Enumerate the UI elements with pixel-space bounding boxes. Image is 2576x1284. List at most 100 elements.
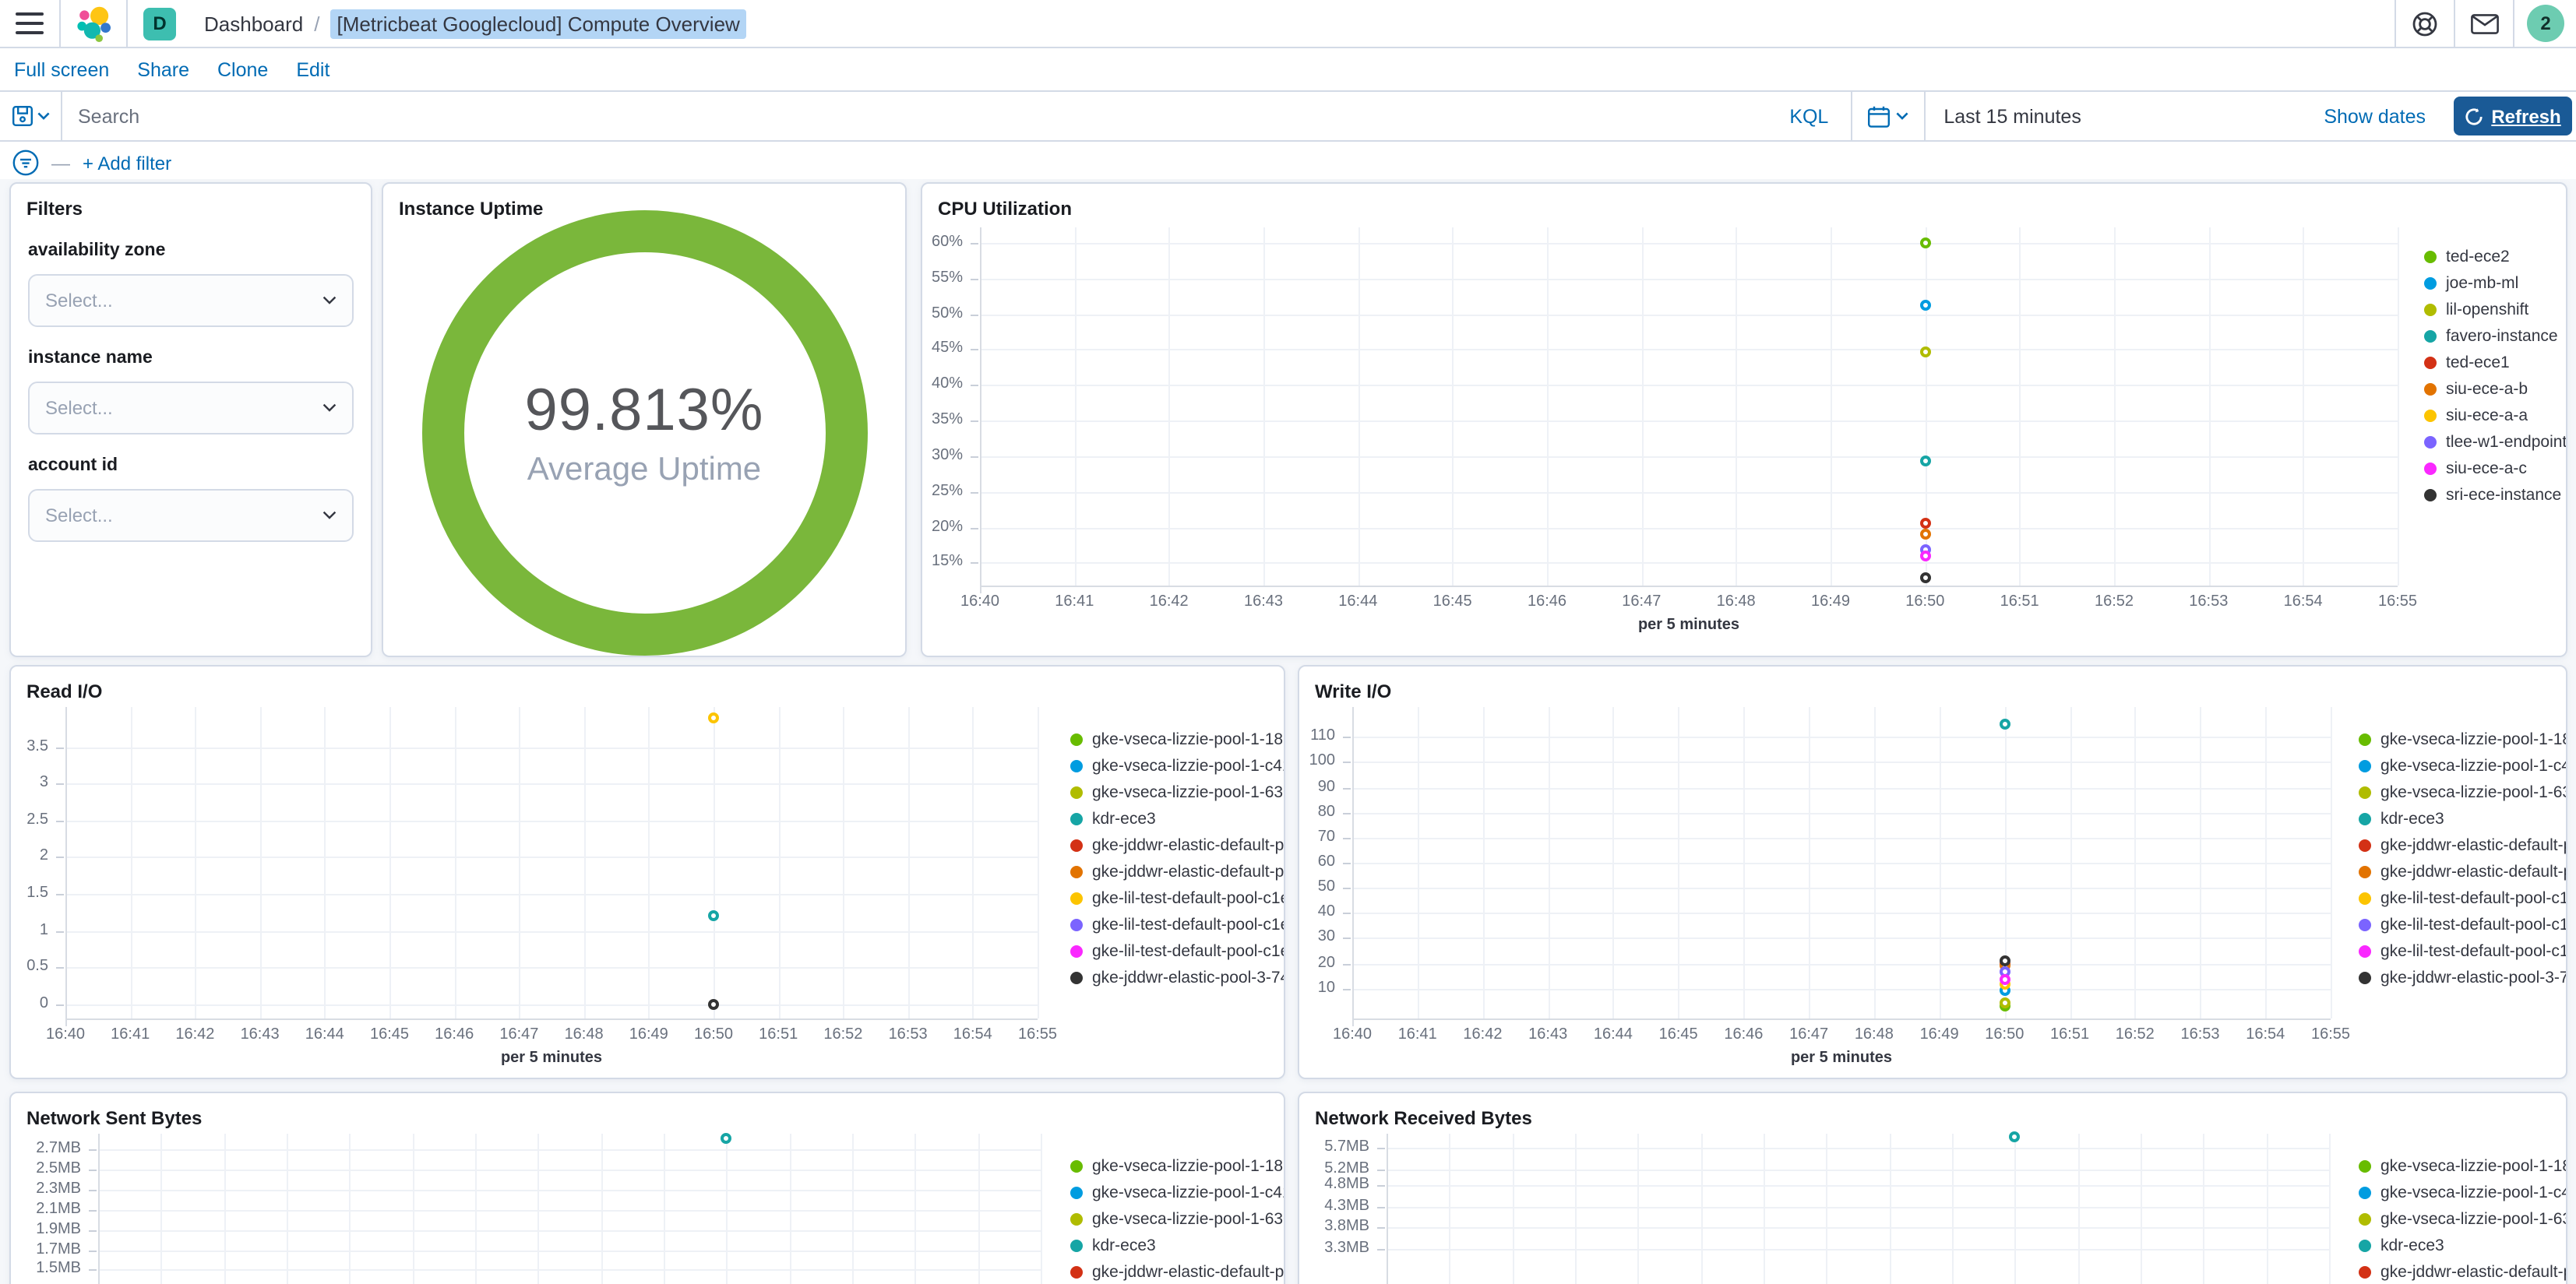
legend-item[interactable]: gke-lil-test-default-pool-c1e... <box>1070 916 1284 934</box>
legend-item[interactable]: gke-jddwr-elastic-pool-3-74... <box>1070 969 1284 987</box>
legend-item[interactable]: gke-vseca-lizzie-pool-1-c417... <box>1070 757 1284 776</box>
legend-item[interactable]: gke-vseca-lizzie-pool-1-630... <box>1070 783 1284 802</box>
clone-link[interactable]: Clone <box>217 58 268 80</box>
user-avatar[interactable]: 2 <box>2527 5 2564 42</box>
edit-link[interactable]: Edit <box>296 58 329 80</box>
network-sent-chart: 2.7MB2.5MB2.3MB2.1MB1.9MB1.7MB1.5MB16:40… <box>11 1093 1284 1284</box>
legend-item[interactable]: lil-openshift <box>2424 301 2528 319</box>
legend-item[interactable]: gke-jddwr-elastic-default-po... <box>2359 1263 2566 1282</box>
legend-dot <box>2359 1213 2371 1226</box>
elastic-logo[interactable] <box>61 4 126 43</box>
legend-item[interactable]: kdr-ece3 <box>1070 1237 1156 1255</box>
legend-item[interactable]: gke-vseca-lizzie-pool-1-1877... <box>2359 1157 2566 1176</box>
show-dates-button[interactable]: Show dates <box>2305 105 2444 127</box>
legend-item[interactable]: gke-vseca-lizzie-pool-1-630... <box>2359 1210 2566 1229</box>
mail-icon[interactable] <box>2455 13 2513 33</box>
legend-item[interactable]: gke-vseca-lizzie-pool-1-1877... <box>2359 730 2566 749</box>
legend-item[interactable]: gke-jddwr-elastic-pool-3-74... <box>2359 969 2566 987</box>
write-io-chart: 110 100 90 80 70 60 50 40 30 20 10 16:40 16:41 16:42 1… <box>1299 667 2566 1078</box>
legend-item[interactable]: gke-vseca-lizzie-pool-1-c417... <box>2359 757 2566 776</box>
time-range-value[interactable]: Last 15 minutes <box>1925 105 2305 127</box>
x-tick-label: 16:42 <box>1463 1026 1503 1043</box>
top-header: D Dashboard / [Metricbeat Googlecloud] C… <box>0 0 2576 48</box>
kql-button[interactable]: KQL <box>1767 105 1850 127</box>
x-tick-label: 16:52 <box>2094 593 2134 610</box>
legend-label: gke-lil-test-default-pool-c1e... <box>1092 942 1285 961</box>
legend-item[interactable]: tlee-w1-endpoint <box>2424 433 2566 452</box>
space-badge[interactable]: D <box>143 7 176 40</box>
save-query-button[interactable] <box>0 92 62 140</box>
legend-item[interactable]: kdr-ece3 <box>2359 1237 2444 1255</box>
gridline <box>349 1134 351 1284</box>
help-icon[interactable] <box>2396 10 2454 37</box>
legend-item[interactable]: gke-jddwr-elastic-default-po... <box>2359 863 2566 881</box>
y-tick-label: 50% <box>931 304 963 322</box>
legend-item[interactable]: siu-ece-a-c <box>2424 459 2527 478</box>
app-window: D Dashboard / [Metricbeat Googlecloud] C… <box>0 0 2576 1284</box>
gridline <box>1764 1134 1765 1284</box>
legend-item[interactable]: siu-ece-a-a <box>2424 406 2528 425</box>
legend-item[interactable]: joe-mb-ml <box>2424 274 2518 293</box>
legend-item[interactable]: gke-vseca-lizzie-pool-1-630... <box>2359 783 2566 802</box>
gridline <box>2200 707 2202 1018</box>
refresh-button[interactable]: Refresh <box>2454 97 2572 135</box>
y-tick-mark <box>1343 787 1351 790</box>
legend-item[interactable]: gke-lil-test-default-pool-c1e... <box>2359 889 2566 908</box>
legend-item[interactable]: gke-jddwr-elastic-default-po... <box>1070 863 1284 881</box>
legend-item[interactable]: siu-ece-a-b <box>2424 380 2528 399</box>
instance-name-select[interactable]: Select... <box>28 382 354 434</box>
gridline <box>1512 1134 1514 1284</box>
uptime-caption: Average Uptime <box>527 451 762 487</box>
gridline <box>1417 707 1419 1018</box>
legend-item[interactable]: kdr-ece3 <box>2359 810 2444 828</box>
legend-item[interactable]: gke-lil-test-default-pool-c1e... <box>1070 889 1285 908</box>
gridline <box>980 491 2398 494</box>
calendar-button[interactable] <box>1852 92 1926 140</box>
legend-item[interactable]: gke-vseca-lizzie-pool-1-c417... <box>2359 1184 2566 1202</box>
legend-item[interactable]: gke-vseca-lizzie-pool-1-1877... <box>1070 730 1284 749</box>
share-link[interactable]: Share <box>137 58 189 80</box>
legend-item[interactable]: gke-vseca-lizzie-pool-1-630... <box>1070 1210 1284 1229</box>
filter-icon[interactable] <box>12 150 39 176</box>
menu-icon[interactable] <box>0 12 59 34</box>
page-title[interactable]: [Metricbeat Googlecloud] Compute Overvie… <box>330 9 746 38</box>
y-tick-mark <box>971 314 978 316</box>
legend-dot <box>1070 839 1083 852</box>
availability-zone-select[interactable]: Select... <box>28 274 354 327</box>
legend-item[interactable]: favero-instance <box>2424 327 2558 346</box>
legend-label: gke-vseca-lizzie-pool-1-630... <box>2380 783 2566 802</box>
legend-label: gke-lil-test-default-pool-c1e... <box>1092 889 1285 908</box>
account-id-select[interactable]: Select... <box>28 489 354 542</box>
legend-item[interactable]: gke-vseca-lizzie-pool-1-c417... <box>1070 1184 1284 1202</box>
y-axis-line <box>980 227 981 593</box>
gridline <box>2077 1134 2080 1284</box>
gridline <box>2331 707 2332 1018</box>
search-input[interactable] <box>62 105 1768 127</box>
legend-dot <box>2424 304 2437 316</box>
gridline <box>2266 1134 2268 1284</box>
x-tick-label: 16:52 <box>2115 1026 2155 1043</box>
legend-item[interactable]: kdr-ece3 <box>1070 810 1156 828</box>
legend-item[interactable]: gke-lil-test-default-pool-c1e... <box>2359 942 2566 961</box>
legend-dot <box>2359 945 2371 958</box>
gridline <box>2134 707 2137 1018</box>
legend-item[interactable]: gke-vseca-lizzie-pool-1-1877... <box>1070 1157 1284 1176</box>
legend-item[interactable]: ted-ece2 <box>2424 248 2510 266</box>
x-tick-label: 16:48 <box>1854 1026 1894 1043</box>
legend-label: kdr-ece3 <box>2380 1237 2444 1255</box>
add-filter-button[interactable]: + Add filter <box>83 152 171 174</box>
legend-item[interactable]: gke-lil-test-default-pool-c1e... <box>1070 942 1285 961</box>
data-point <box>708 712 719 724</box>
legend-item[interactable]: ted-ece1 <box>2424 354 2510 372</box>
y-tick-label: 1.5MB <box>36 1260 81 1278</box>
breadcrumb-dashboard[interactable]: Dashboard <box>204 12 303 35</box>
full-screen-link[interactable]: Full screen <box>14 58 109 80</box>
gridline <box>2141 1134 2142 1284</box>
legend-item[interactable]: gke-lil-test-default-pool-c1e... <box>2359 916 2566 934</box>
legend-item[interactable]: gke-jddwr-elastic-default-po... <box>1070 1263 1284 1282</box>
legend-item[interactable]: sri-ece-instance <box>2424 486 2561 505</box>
gridline <box>1889 1134 1891 1284</box>
legend-item[interactable]: gke-jddwr-elastic-default-po... <box>1070 836 1284 855</box>
legend-item[interactable]: gke-jddwr-elastic-default-po... <box>2359 836 2566 855</box>
y-tick-mark <box>56 930 64 933</box>
